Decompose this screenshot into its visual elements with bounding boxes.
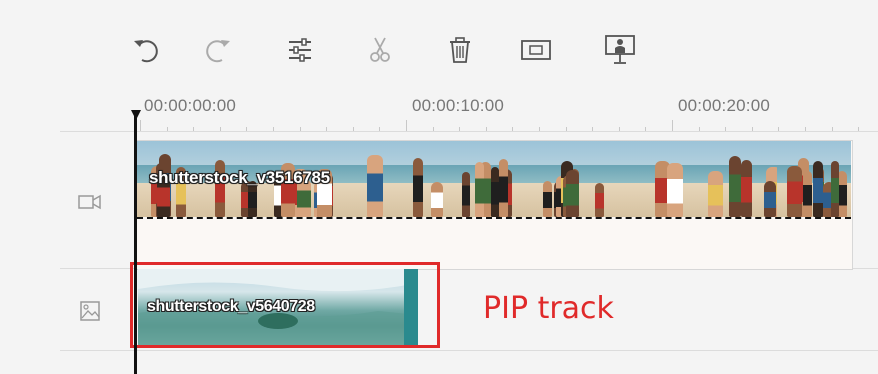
delete-button[interactable]: [440, 30, 480, 70]
undo-icon: [134, 40, 158, 63]
video-thumbnail-frame: [649, 141, 777, 217]
sliders-icon: [289, 38, 311, 62]
presenter-button[interactable]: [600, 30, 640, 70]
scissors-icon: [370, 37, 390, 62]
presenter-icon: [605, 35, 635, 64]
ruler-label-20: 00:00:20:00: [678, 96, 771, 115]
playhead-handle[interactable]: [131, 110, 141, 120]
redo-icon: [206, 40, 230, 63]
redo-button[interactable]: [198, 30, 238, 70]
video-thumbnail-frame: [777, 141, 851, 217]
adjust-button[interactable]: [280, 30, 320, 70]
crop-button[interactable]: [516, 30, 556, 70]
ruler-label-10: 00:00:10:00: [412, 96, 505, 115]
video-clip-label: shutterstock_v3516785: [149, 168, 330, 187]
pip-highlight-box: [130, 262, 440, 348]
trash-icon: [450, 37, 470, 63]
timeline-toolbar: [120, 30, 680, 70]
ruler-baseline: [60, 131, 878, 132]
crop-icon: [521, 40, 551, 60]
track-divider: [60, 350, 878, 351]
playhead[interactable]: [134, 112, 137, 374]
image-icon: [80, 301, 100, 321]
pip-track-header: [76, 299, 104, 323]
timeline-ruler[interactable]: 00:00:00:00 00:00:10:00 00:00:20:00: [0, 86, 878, 132]
pip-track-annotation: PIP track: [483, 291, 614, 326]
undo-button[interactable]: [126, 30, 166, 70]
video-thumbnail-frame: [393, 141, 521, 217]
ruler-label-0: 00:00:00:00: [144, 96, 237, 115]
video-track-header: [76, 190, 104, 214]
video-camera-icon: [78, 194, 101, 210]
video-thumbnail-frame: [521, 141, 649, 217]
split-button[interactable]: [360, 30, 400, 70]
